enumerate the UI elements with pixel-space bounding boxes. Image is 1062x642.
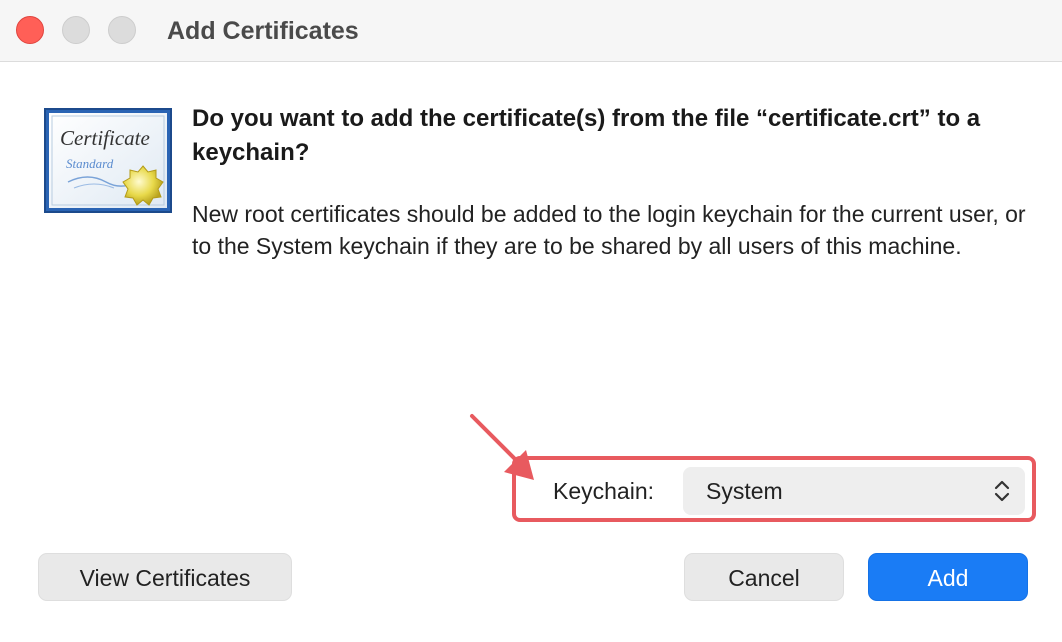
add-button[interactable]: Add bbox=[868, 553, 1028, 601]
close-window-button[interactable] bbox=[16, 16, 44, 44]
window-title: Add Certificates bbox=[167, 17, 359, 45]
dialog-heading: Do you want to add the certificate(s) fr… bbox=[192, 105, 981, 166]
dialog-message: New root certificates should be added to… bbox=[192, 201, 1026, 259]
keychain-label: Keychain: bbox=[553, 478, 655, 504]
minimize-window-button[interactable] bbox=[62, 16, 90, 44]
certificate-icon: Certificate Standard bbox=[44, 108, 172, 213]
zoom-window-button[interactable] bbox=[108, 16, 136, 44]
updown-chevron-icon bbox=[994, 480, 1010, 502]
keychain-selected-value: System bbox=[706, 478, 783, 504]
certificate-icon-title: Certificate bbox=[60, 126, 150, 150]
cancel-button[interactable]: Cancel bbox=[684, 553, 844, 601]
certificate-icon-subtitle: Standard bbox=[66, 156, 114, 171]
keychain-select[interactable]: System bbox=[683, 467, 1025, 515]
add-certificates-window: Add Certificates Certificate Standard Do… bbox=[0, 0, 1062, 642]
title-bar: Add Certificates bbox=[0, 0, 1062, 62]
view-certificates-button[interactable]: View Certificates bbox=[38, 553, 292, 601]
